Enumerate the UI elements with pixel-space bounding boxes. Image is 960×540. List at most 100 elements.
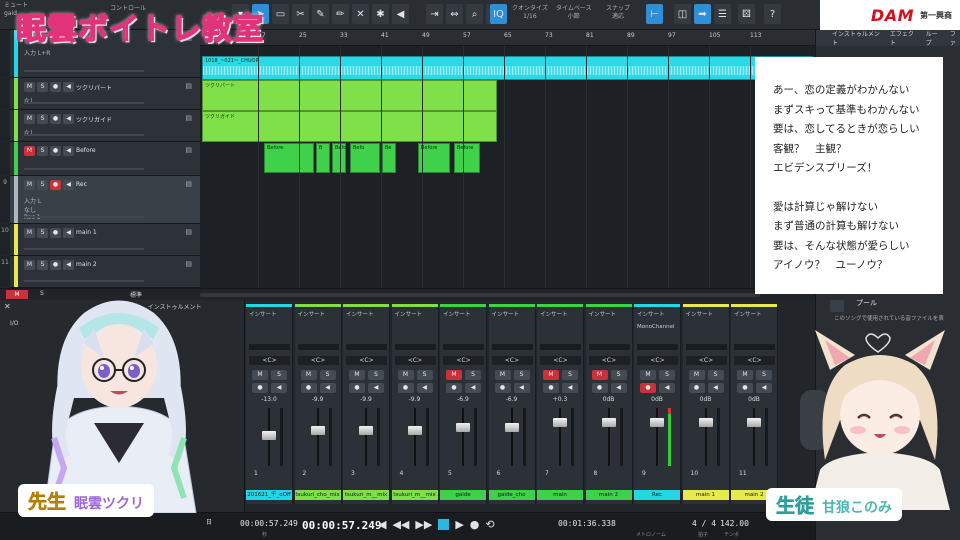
channel-monitor-icon[interactable]: ◀ — [756, 383, 772, 393]
track-volume-fader[interactable] — [24, 248, 144, 250]
clip-before[interactable]: Before — [264, 143, 314, 173]
channel-pan[interactable]: <C> — [588, 356, 630, 365]
channel-fader-knob[interactable] — [601, 418, 616, 428]
track-record-icon[interactable]: ● — [50, 114, 61, 124]
channel-io-slot[interactable] — [249, 344, 290, 350]
track-solo-button[interactable]: S — [37, 180, 48, 190]
snap-control[interactable]: スナップ 適応 — [606, 5, 630, 21]
channel-io-slot[interactable] — [540, 344, 581, 350]
channel-db-value[interactable]: -6.9 — [489, 396, 535, 403]
channel-db-value[interactable]: -9.9 — [392, 396, 438, 403]
channel-db-value[interactable]: 0dB — [731, 396, 777, 403]
channel-fader-knob[interactable] — [359, 426, 373, 436]
close-icon[interactable]: ✕ — [4, 302, 11, 311]
folder-icon[interactable]: ▤ — [185, 260, 192, 268]
channel-name[interactable]: gaide — [440, 490, 486, 500]
folder-icon[interactable]: ▤ — [185, 180, 192, 188]
channel-name[interactable]: Rec — [634, 490, 680, 500]
track-solo-button[interactable]: S — [37, 228, 48, 238]
help-icon[interactable]: ? — [764, 4, 781, 24]
nudge-icon[interactable]: ⇥ — [426, 4, 443, 24]
channel-db-value[interactable]: 0dB — [586, 396, 632, 403]
folder-icon[interactable]: ▤ — [185, 146, 192, 154]
channel-record-icon[interactable]: ● — [494, 383, 511, 393]
snap-grid-icon[interactable]: ⊢ — [646, 4, 663, 24]
clip-before[interactable]: B — [316, 143, 330, 173]
range-tool-icon[interactable]: ▭ — [272, 4, 289, 24]
track-solo-button[interactable]: S — [37, 82, 48, 92]
channel-db-value[interactable]: -6.9 — [440, 396, 486, 403]
track-mute-button[interactable]: M — [24, 146, 35, 156]
settings-icon[interactable]: ⚄ — [738, 4, 755, 24]
channel-insert-label[interactable]: インサート — [540, 310, 568, 318]
iq-button[interactable]: IQ — [490, 4, 507, 24]
clip-main-audio[interactable]: 1018_~021~_CHUOP — [202, 56, 813, 80]
quantize-control[interactable]: クオンタイズ 1/16 — [512, 5, 548, 21]
clip-before[interactable]: Be — [382, 143, 396, 173]
channel-fader-knob[interactable] — [553, 418, 567, 428]
track-monitor-icon[interactable]: ◀ — [63, 82, 74, 92]
channel-record-icon[interactable]: ● — [591, 383, 608, 393]
timebase-control[interactable]: タイムベース 小節 — [556, 5, 592, 21]
track-volume-fader[interactable] — [24, 280, 144, 282]
channel-mute-button[interactable]: M — [300, 370, 317, 380]
track-header[interactable]: M S ● ◀ Before ▤ — [0, 142, 200, 176]
channel-record-icon[interactable]: ● — [349, 383, 365, 393]
channel-solo-button[interactable]: S — [319, 370, 336, 380]
track-volume-fader[interactable] — [24, 102, 144, 104]
channel-solo-button[interactable]: S — [416, 370, 433, 380]
channel-pan[interactable]: <C> — [346, 356, 387, 365]
channel-name[interactable]: main — [537, 490, 583, 500]
browser-tab[interactable]: ループ — [926, 29, 942, 47]
channel-io-slot[interactable] — [443, 344, 484, 350]
record-icon[interactable]: ● — [470, 518, 480, 531]
channel-insert-label[interactable]: インサート — [395, 310, 423, 318]
channel-fader-knob[interactable] — [456, 422, 470, 432]
channel-solo-button[interactable]: S — [610, 370, 627, 380]
listen-tool-icon[interactable]: ◀ — [392, 4, 409, 24]
channel-insert-label[interactable]: インサート — [249, 310, 277, 318]
track-header[interactable]: MS●◀ツクリパートなし▤ — [0, 78, 200, 110]
rewind-start-icon[interactable]: ◀ — [378, 518, 386, 531]
channel-pan[interactable]: <C> — [540, 356, 581, 365]
track-record-icon[interactable]: ● — [50, 180, 61, 190]
channel-name[interactable]: tsukuri_m__mix — [343, 490, 389, 500]
loop-view-icon[interactable]: ◫ — [674, 4, 691, 24]
channel-insert-label[interactable]: インサート — [298, 310, 326, 318]
channel-name[interactable]: main 1 — [682, 490, 729, 500]
channel-name[interactable]: tsukuri_m__mix — [391, 490, 438, 500]
channel-monitor-icon[interactable]: ◀ — [271, 383, 287, 393]
channel-io-slot[interactable] — [637, 344, 678, 350]
channel-insert-label[interactable]: インサート — [492, 310, 520, 318]
track-volume-fader[interactable] — [24, 70, 144, 72]
folder-icon[interactable]: ▤ — [185, 114, 192, 122]
channel-mute-button[interactable]: M — [640, 370, 656, 380]
channel-io-slot[interactable] — [346, 344, 387, 350]
channel-mute-button[interactable]: M — [349, 370, 365, 380]
channel-monitor-icon[interactable]: ◀ — [659, 383, 675, 393]
browser-tab[interactable]: インストゥルメント — [832, 29, 882, 47]
channel-monitor-icon[interactable]: ◀ — [368, 383, 384, 393]
eraser-tool-icon[interactable]: ✎ — [312, 4, 329, 24]
channel-monitor-icon[interactable]: ◀ — [513, 383, 530, 393]
channel-io-slot[interactable] — [588, 344, 630, 350]
channel-monitor-icon[interactable]: ◀ — [707, 383, 724, 393]
track-record-icon[interactable]: ● — [50, 260, 61, 270]
channel-record-icon[interactable]: ● — [737, 383, 753, 393]
channel-solo-button[interactable]: S — [513, 370, 530, 380]
channel-mute-button[interactable]: M — [397, 370, 414, 380]
browser-tab[interactable]: エフェクト — [890, 29, 918, 47]
channel-fader-knob[interactable] — [262, 431, 276, 441]
track-input-2[interactable]: なし — [24, 205, 36, 214]
track-mute-button[interactable]: M — [24, 228, 35, 238]
channel-pan[interactable]: <C> — [443, 356, 484, 365]
track-monitor-icon[interactable]: ◀ — [63, 114, 74, 124]
channel-solo-button[interactable]: S — [756, 370, 772, 380]
time-signature[interactable]: 4 / 4 — [692, 519, 716, 528]
track-mute-button[interactable]: M — [24, 180, 35, 190]
mute-tool-icon[interactable]: ✕ — [352, 4, 369, 24]
track-monitor-icon[interactable]: ◀ — [63, 180, 74, 190]
track-monitor-icon[interactable]: ◀ — [63, 146, 74, 156]
channel-insert-label[interactable]: インサート — [637, 310, 665, 318]
clip-before[interactable]: Befo — [350, 143, 380, 173]
